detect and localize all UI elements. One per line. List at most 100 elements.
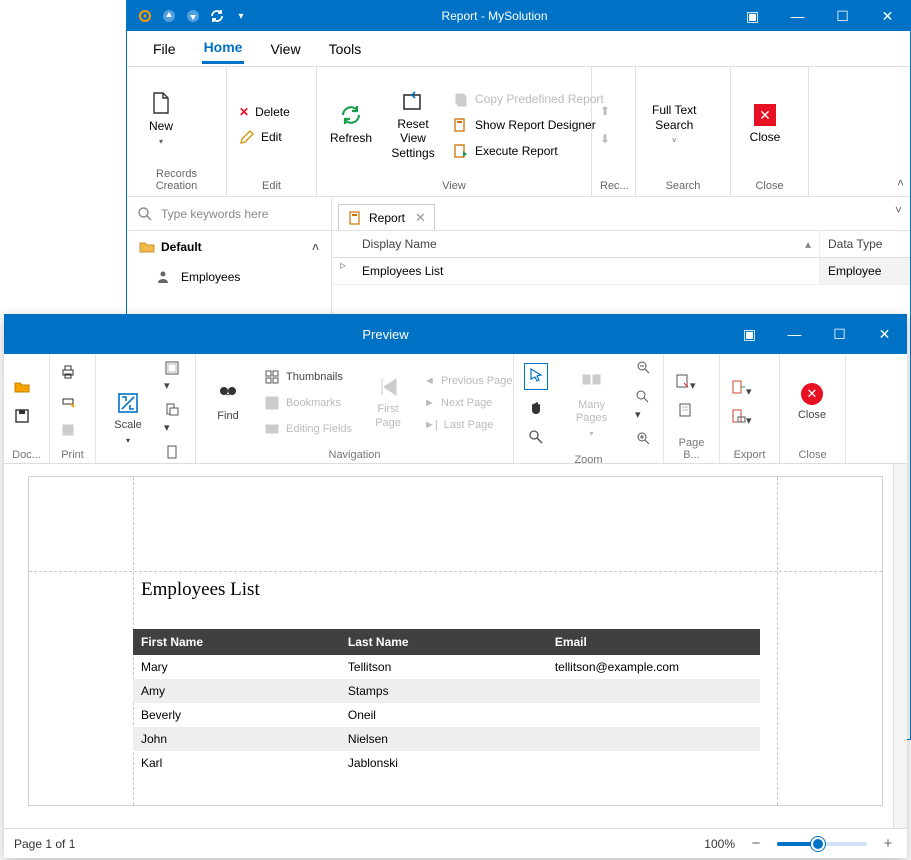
folder-icon bbox=[139, 239, 155, 255]
next-page-button: ► Next Page bbox=[420, 395, 516, 411]
zoom-slider[interactable] bbox=[777, 842, 867, 846]
open-icon[interactable] bbox=[14, 379, 30, 398]
find-button[interactable]: Find bbox=[202, 378, 254, 427]
row-expand-icon[interactable]: ▹ bbox=[332, 258, 354, 284]
main-titlebar: ▾ Report - MySolution ▣ — ☐ ✕ bbox=[127, 1, 910, 31]
close-record-button[interactable]: ✕Close bbox=[739, 100, 791, 148]
scrollbar[interactable] bbox=[893, 464, 907, 828]
last-page-button: ►| Last Page bbox=[420, 417, 516, 433]
group-edit: Edit bbox=[235, 178, 308, 194]
column-data-type[interactable]: Data Type bbox=[820, 231, 910, 257]
close-icon: ✕ bbox=[754, 104, 776, 126]
menu-bar: File Home View Tools bbox=[127, 31, 910, 67]
group-close: Close bbox=[739, 178, 800, 194]
mdi-icon[interactable]: ▣ bbox=[730, 1, 775, 31]
nav-item-employees[interactable]: Employees bbox=[127, 263, 331, 291]
close-button[interactable]: ✕ bbox=[865, 1, 910, 31]
window-title: Report - MySolution bbox=[259, 9, 730, 23]
pointer-tool-icon[interactable] bbox=[524, 363, 548, 390]
chevron-up-icon[interactable]: ˄ bbox=[312, 240, 319, 254]
up-arrow-icon[interactable] bbox=[161, 8, 177, 24]
gear-icon[interactable] bbox=[137, 8, 153, 24]
keyword-search[interactable]: Type keywords here bbox=[127, 197, 332, 230]
document-tab-report[interactable]: Report ✕ bbox=[338, 204, 435, 230]
copy-predefined-button: Copy Predefined Report bbox=[449, 89, 608, 109]
menu-home[interactable]: Home bbox=[202, 33, 245, 64]
show-designer-button[interactable]: Show Report Designer bbox=[449, 115, 608, 135]
mdi-icon[interactable]: ▣ bbox=[727, 319, 772, 349]
zoom-in-button[interactable]: + bbox=[879, 835, 897, 852]
group-records-creation: Records Creation bbox=[135, 166, 218, 194]
close-icon: ✕ bbox=[801, 383, 823, 405]
group-navigation: Navigation bbox=[202, 447, 507, 461]
preview-ribbon: Doc... Print Scale▾ ▾ ▾ ▾ Page Setup ◢ bbox=[4, 354, 907, 464]
preview-titlebar: Preview ▣ — ☐ ✕ bbox=[4, 314, 907, 354]
minimize-button[interactable]: — bbox=[775, 1, 820, 31]
full-text-search-button[interactable]: Full Text Search˅ bbox=[644, 99, 704, 149]
scale-button[interactable]: Scale▾ bbox=[102, 387, 154, 450]
table-row: MaryTellitsontellitson@example.com bbox=[133, 655, 760, 679]
delete-button[interactable]: ✕Delete bbox=[235, 103, 294, 121]
refresh-button[interactable]: Refresh bbox=[325, 99, 377, 149]
thumbnails-button[interactable]: Thumbnails bbox=[260, 367, 356, 387]
prev-page-button: ◄ Previous Page bbox=[420, 373, 516, 389]
qat-customize-icon[interactable]: ▾ bbox=[233, 8, 249, 24]
execute-report-button[interactable]: Execute Report bbox=[449, 141, 608, 161]
menu-view[interactable]: View bbox=[268, 35, 302, 63]
orientation-icon[interactable]: ▾ bbox=[164, 402, 185, 434]
group-print: Print bbox=[56, 447, 89, 461]
preview-close-button[interactable]: ✕Close bbox=[786, 379, 838, 426]
group-rec: Rec... bbox=[600, 178, 627, 194]
page: Employees List First Name Last Name Emai… bbox=[28, 476, 883, 806]
print-settings-icon bbox=[60, 422, 76, 441]
down-arrow-icon[interactable] bbox=[185, 8, 201, 24]
new-button[interactable]: New▾ bbox=[135, 87, 187, 151]
refresh-icon[interactable] bbox=[209, 8, 225, 24]
zoom-level-icon[interactable]: ▾ bbox=[635, 389, 653, 421]
menu-tools[interactable]: Tools bbox=[327, 35, 364, 63]
nav-group-default[interactable]: Default ˄ bbox=[127, 231, 331, 263]
preview-window: Preview ▣ — ☐ ✕ Doc... Print Scale▾ bbox=[4, 314, 907, 858]
col-last-name: Last Name bbox=[340, 629, 547, 655]
column-display-name[interactable]: Display Name▴ bbox=[354, 231, 820, 257]
minimize-button[interactable]: — bbox=[772, 319, 817, 349]
maximize-button[interactable]: ☐ bbox=[817, 319, 862, 349]
group-close-preview: Close bbox=[786, 447, 839, 461]
zoom-out-icon[interactable] bbox=[636, 360, 652, 379]
magnifier-icon[interactable] bbox=[528, 429, 544, 448]
export-to-icon[interactable]: ▾ bbox=[730, 379, 752, 398]
quick-print-icon[interactable] bbox=[60, 393, 76, 412]
tab-dropdown-icon[interactable]: ˅ bbox=[895, 203, 902, 217]
save-icon[interactable] bbox=[14, 408, 30, 427]
quick-access-toolbar: ▾ bbox=[127, 8, 259, 24]
new-label: New bbox=[149, 119, 173, 133]
group-export: Export bbox=[726, 447, 773, 461]
group-page-background: Page B... bbox=[670, 435, 713, 461]
edit-button[interactable]: Edit bbox=[235, 127, 294, 147]
people-icon bbox=[157, 269, 173, 285]
zoom-readout: 100% bbox=[704, 837, 735, 851]
document-viewer[interactable]: Employees List First Name Last Name Emai… bbox=[4, 464, 907, 828]
nav-next-icon[interactable]: ⬇ bbox=[600, 132, 610, 146]
first-page-button: First Page bbox=[362, 371, 414, 433]
close-button[interactable]: ✕ bbox=[862, 319, 907, 349]
report-table: First Name Last Name Email MaryTellitson… bbox=[133, 629, 760, 775]
zoom-out-button[interactable]: − bbox=[747, 835, 765, 852]
hand-tool-icon[interactable] bbox=[528, 400, 544, 419]
sort-icon[interactable]: ▴ bbox=[805, 237, 811, 251]
menu-file[interactable]: File bbox=[151, 35, 178, 63]
print-icon[interactable] bbox=[60, 364, 76, 383]
col-email: Email bbox=[547, 629, 760, 655]
grid-row[interactable]: ▹ Employees List Employee bbox=[332, 258, 910, 285]
margins-icon[interactable]: ▾ bbox=[164, 360, 185, 392]
tab-close-icon[interactable]: ✕ bbox=[415, 210, 426, 226]
reset-view-button[interactable]: Reset View Settings bbox=[387, 85, 439, 164]
ribbon-collapse-icon[interactable]: ˄ bbox=[897, 176, 904, 190]
maximize-button[interactable]: ☐ bbox=[820, 1, 865, 31]
send-email-icon[interactable]: ▾ bbox=[730, 408, 752, 427]
watermark-icon[interactable] bbox=[677, 402, 693, 421]
table-row: AmyStamps bbox=[133, 679, 760, 703]
page-bg-icon[interactable]: ▾ bbox=[674, 373, 696, 392]
nav-prev-icon[interactable]: ⬆ bbox=[600, 104, 610, 118]
zoom-in-icon[interactable] bbox=[636, 431, 652, 450]
